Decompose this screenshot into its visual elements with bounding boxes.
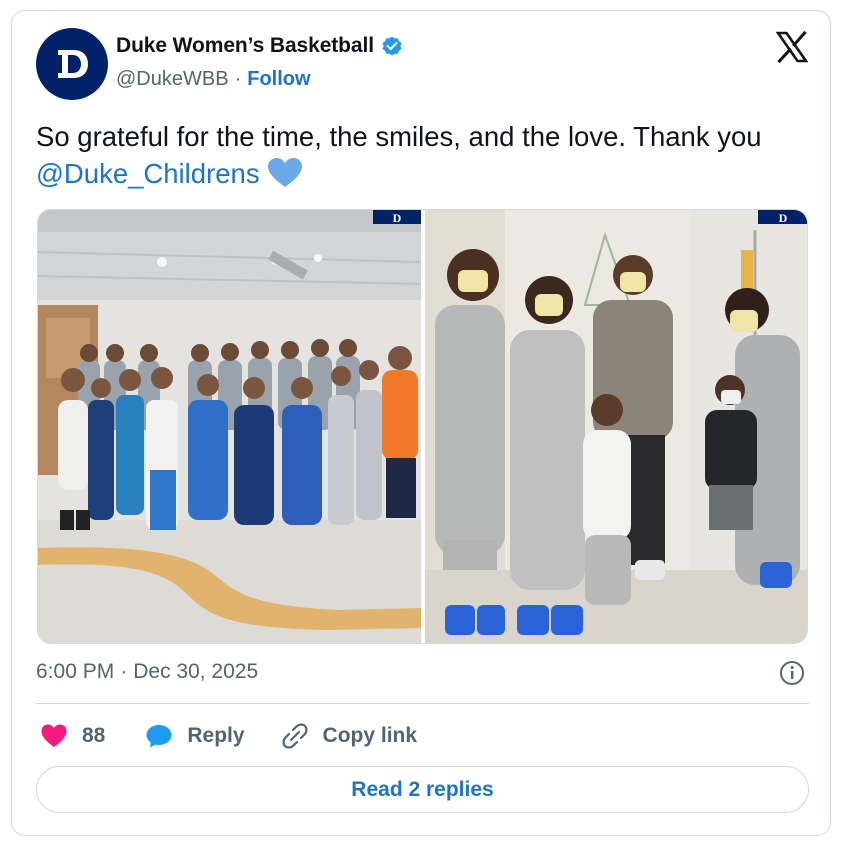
image-watermark: D — [779, 211, 788, 225]
info-icon[interactable] — [779, 660, 805, 686]
x-logo-icon[interactable] — [776, 31, 808, 63]
blue-heart-emoji-icon — [267, 158, 302, 187]
verified-badge-icon — [382, 36, 402, 56]
reply-label: Reply — [187, 724, 245, 747]
copy-link-label: Copy link — [322, 724, 418, 747]
follow-button[interactable]: Follow — [247, 68, 310, 91]
author-name-row: Duke Women’s Basketball — [116, 34, 404, 58]
author-display-name[interactable]: Duke Women’s Basketball — [116, 34, 374, 58]
photo-team-group[interactable]: D — [38, 210, 421, 643]
read-replies-label: Read 2 replies — [351, 777, 494, 801]
tweet-body: So grateful for the time, the smiles, an… — [36, 121, 762, 152]
copy-link-button[interactable]: Copy link — [281, 722, 418, 750]
mention-link[interactable]: @Duke_Childrens — [36, 158, 260, 189]
heart-icon — [41, 724, 67, 747]
media-grid: D D — [37, 209, 808, 644]
timestamp[interactable]: 6:00 PM · Dec 30, 2025 — [36, 660, 258, 684]
like-button[interactable]: 88 — [40, 723, 105, 749]
image-watermark: D — [393, 211, 402, 225]
like-count: 88 — [82, 724, 106, 747]
post-date[interactable]: Dec 30, 2025 — [133, 660, 258, 684]
author-handle-row: @DukeWBB · Follow — [116, 68, 311, 91]
read-replies-button[interactable]: Read 2 replies — [36, 766, 809, 813]
separator-dot: · — [120, 660, 128, 683]
action-bar: 88 Reply Copy link — [40, 720, 453, 752]
duke-logo-icon — [58, 50, 88, 78]
players-with-patient-photo-icon: D — [425, 210, 807, 643]
link-icon — [282, 723, 308, 749]
author-handle[interactable]: @DukeWBB — [116, 68, 229, 91]
divider — [36, 703, 809, 704]
tweet-text: So grateful for the time, the smiles, an… — [36, 118, 811, 192]
separator-dot: · — [234, 68, 242, 90]
team-group-photo-icon: D — [38, 210, 421, 643]
photo-players-with-patient[interactable]: D — [425, 210, 807, 643]
reply-bubble-icon — [146, 725, 172, 748]
post-time[interactable]: 6:00 PM — [36, 660, 114, 684]
avatar[interactable] — [36, 28, 108, 100]
reply-button[interactable]: Reply — [145, 723, 245, 749]
